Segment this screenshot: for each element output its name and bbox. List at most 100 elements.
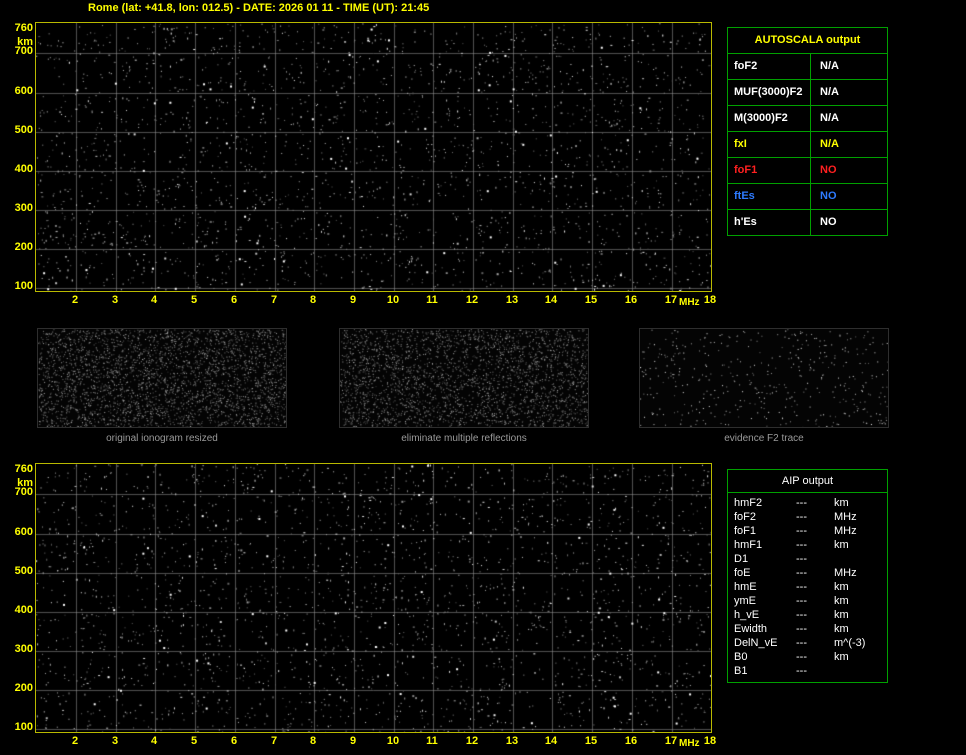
autoscala-table-body: foF2 N/A MUF(3000)F2 N/A M(3000)F2 N/A fxI N/A f… (728, 53, 887, 235)
aip-param-value: --- (796, 525, 807, 537)
x-axis-tick-label: 4 (150, 294, 158, 306)
autoscala-row: ftEs NO (728, 183, 887, 209)
x-axis-tick-label: 11 (426, 735, 438, 747)
y-axis-tick-label: 400 (14, 604, 33, 616)
x-axis-tick-label: 2 (71, 294, 79, 306)
y-axis-tick-label: 200 (14, 682, 33, 694)
x-axis-tick-label: 10 (386, 735, 400, 747)
aip-row: B0 --- km (728, 650, 887, 664)
autoscala-param-label: foF1 (734, 164, 758, 176)
aip-row: ymE --- km (728, 594, 887, 608)
aip-output-table: AIP output hmF2 --- km foF2 --- MHz foF1 --- MHz… (727, 469, 888, 683)
panel-original-ionogram (37, 328, 287, 428)
y-axis-tick-label: 300 (14, 202, 33, 214)
x-axis-tick-label: 2 (71, 735, 79, 747)
aip-param-value: --- (796, 511, 807, 523)
aip-param-label: B0 (734, 651, 748, 663)
aip-row: B1 --- (728, 664, 887, 678)
autoscala-table-header: AUTOSCALA output (754, 34, 861, 46)
aip-param-label: B1 (734, 665, 748, 677)
autoscala-row: h'Es NO (728, 209, 887, 235)
x-axis-tick-label: 9 (349, 735, 357, 747)
x-axis-tick-label: 8 (309, 294, 317, 306)
aip-param-value: --- (796, 497, 807, 509)
y-axis-tick-label: 100 (14, 721, 33, 733)
x-axis-tick-label: 12 (465, 735, 479, 747)
y-axis-tick-label: 600 (14, 526, 33, 538)
aip-param-unit: km (834, 581, 849, 593)
autoscala-param-value: N/A (810, 54, 887, 79)
y-axis-tick-label: 600 (14, 85, 33, 97)
x-axis-tick-label: 14 (544, 735, 558, 747)
ionogram-plot-top (35, 22, 712, 292)
aip-param-unit (834, 664, 887, 678)
aip-param-unit: MHz (834, 525, 857, 537)
aip-param-label: D1 (734, 553, 749, 565)
x-axis-tick-label: 13 (505, 735, 519, 747)
aip-row: Ewidth --- km (728, 622, 887, 636)
aip-param-unit: MHz (834, 511, 857, 523)
aip-param-unit: MHz (834, 567, 857, 579)
x-axis-tick-label: 5 (190, 735, 198, 747)
autoscala-window: Rome (lat: +41.8, lon: 012.5) - DATE: 20… (0, 0, 966, 755)
y-axis-tick-label: 500 (14, 124, 33, 136)
aip-param-label: h_vE (734, 609, 760, 621)
aip-param-value: --- (796, 581, 807, 593)
aip-row: D1 --- (728, 552, 887, 566)
aip-param-value: --- (796, 539, 807, 551)
autoscala-param-label: fxI (734, 138, 747, 150)
y-axis-tick-label: 300 (14, 643, 33, 655)
aip-param-value: --- (796, 567, 807, 579)
x-axis-tick-label: 18 (703, 735, 717, 747)
autoscala-param-label: h'Es (734, 216, 757, 228)
panel-caption-original: original ionogram resized (106, 433, 218, 444)
y-axis-tick-label: 500 (14, 565, 33, 577)
aip-param-label: foE (734, 567, 751, 579)
aip-param-value: --- (796, 665, 807, 677)
aip-param-value: --- (796, 651, 807, 663)
x-axis-tick-label: 7 (270, 294, 278, 306)
x-axis-tick-label: 14 (544, 294, 558, 306)
aip-row: hmF2 --- km (728, 496, 887, 510)
autoscala-row: fxI N/A (728, 131, 887, 157)
aip-row: foF2 --- MHz (728, 510, 887, 524)
aip-row: foE --- MHz (728, 566, 887, 580)
panel-caption-eliminate: eliminate multiple reflections (401, 433, 527, 444)
aip-param-unit: km (834, 595, 849, 607)
x-axis-tick-label: 9 (349, 294, 357, 306)
y-axis-tick-label: 200 (14, 241, 33, 253)
autoscala-row: foF2 N/A (728, 53, 887, 79)
autoscala-param-label: ftEs (734, 190, 755, 202)
aip-param-label: hmF2 (734, 497, 763, 509)
x-axis-unit-label: MHz (679, 297, 700, 308)
panel-eliminate-reflections (339, 328, 589, 428)
y-axis-tick-label: 100 (14, 280, 33, 292)
aip-param-unit (834, 552, 887, 566)
autoscala-param-label: M(3000)F2 (734, 112, 788, 124)
aip-param-value: --- (796, 553, 807, 565)
autoscala-param-value: N/A (810, 80, 887, 105)
x-axis-tick-label: 16 (624, 735, 638, 747)
aip-param-label: foF1 (734, 525, 757, 537)
y-axis-unit-label: km (17, 477, 33, 489)
aip-param-unit: km (834, 623, 849, 635)
aip-param-unit: m^(-3) (834, 637, 866, 649)
aip-param-unit: km (834, 651, 849, 663)
aip-param-label: foF2 (734, 511, 757, 523)
x-axis-tick-label: 6 (230, 294, 238, 306)
aip-param-unit: km (834, 609, 849, 621)
autoscala-param-label: foF2 (734, 60, 758, 72)
autoscala-param-value: N/A (810, 106, 887, 131)
x-axis-unit-label: MHz (679, 738, 700, 749)
y-axis-unit-label: km (17, 36, 33, 48)
aip-row: DelN_vE --- m^(-3) (728, 636, 887, 650)
autoscala-row: M(3000)F2 N/A (728, 105, 887, 131)
autoscala-param-label: MUF(3000)F2 (734, 86, 803, 98)
x-axis-tick-label: 4 (150, 735, 158, 747)
aip-param-label: DelN_vE (734, 637, 778, 649)
autoscala-param-value: NO (810, 184, 887, 209)
aip-param-value: --- (796, 623, 807, 635)
x-axis-tick-label: 10 (386, 294, 400, 306)
x-axis-tick-label: 3 (111, 735, 119, 747)
aip-param-label: hmE (734, 581, 757, 593)
